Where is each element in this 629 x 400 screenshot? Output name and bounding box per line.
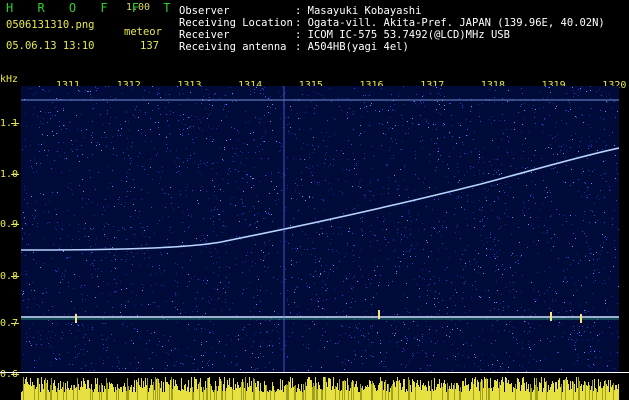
spectrogram (21, 86, 619, 373)
detection-count: 137 (140, 40, 159, 52)
y-tick-mark (11, 323, 19, 324)
signal-strip-canvas (21, 377, 619, 400)
signal-strip (21, 374, 619, 400)
y-tick-mark (11, 224, 19, 225)
y-tick-mark (11, 174, 19, 175)
file-datetime: 05.06.13 13:10 (6, 40, 95, 52)
app-version: 1.00 (126, 2, 151, 13)
y-tick-mark (11, 374, 19, 375)
antenna-label: Receiving antenna (179, 41, 287, 53)
spectrogram-canvas (21, 86, 619, 373)
y-tick-mark (11, 123, 19, 124)
strip-baseline (0, 372, 629, 373)
antenna-value: : A504HB(yagi 4el) (295, 41, 409, 53)
y-tick-mark (11, 276, 19, 277)
detection-label: meteor (124, 26, 162, 38)
file-name: 0506131310.png (6, 19, 95, 31)
app-brand: H R O F F T (6, 1, 179, 15)
y-unit-label: kHz (0, 74, 19, 85)
